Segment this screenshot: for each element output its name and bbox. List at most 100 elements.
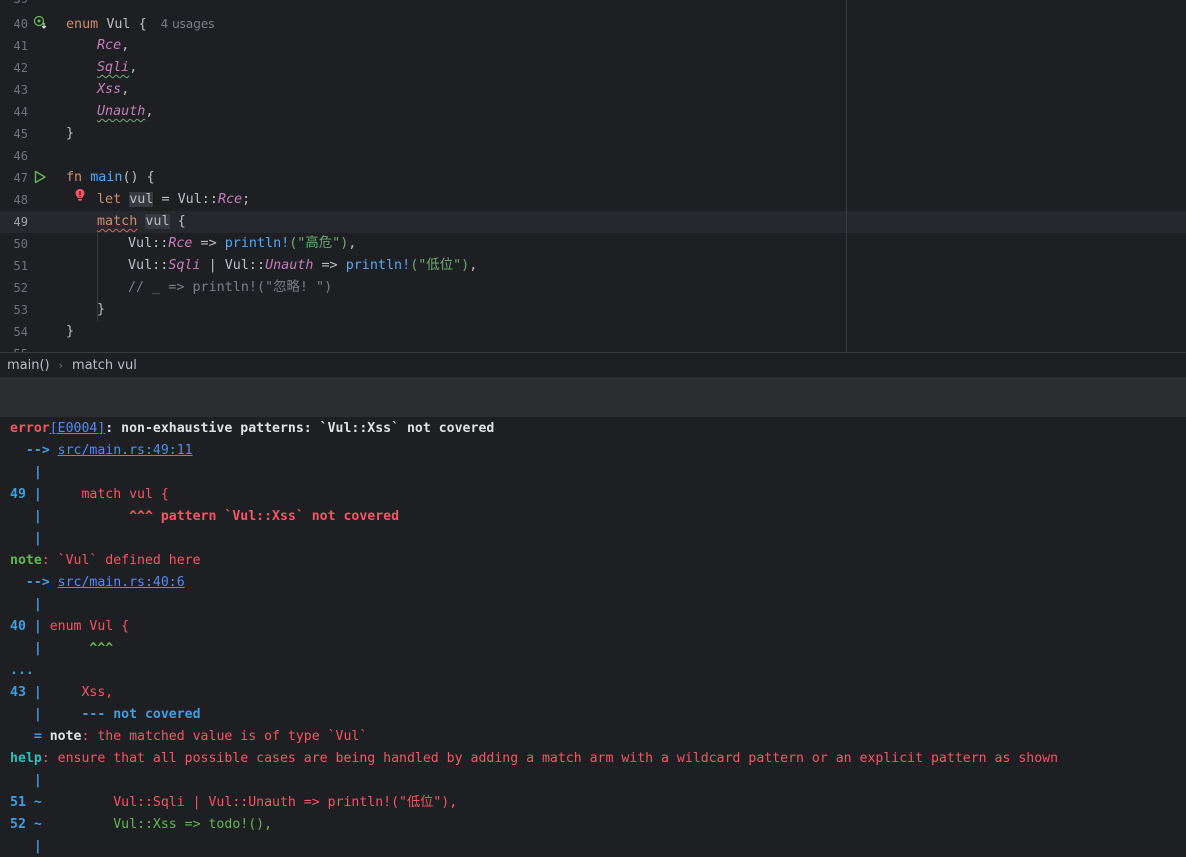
enum-variant: Rce [217, 192, 243, 207]
code-line-49[interactable]: match vul { [97, 211, 186, 233]
pipe: | [10, 509, 42, 524]
string: ("低位") [410, 258, 470, 273]
path: Vul:: [128, 258, 169, 273]
console-line: = note: the matched value is of type `Vu… [10, 726, 367, 748]
source-snippet: enum Vul { [41, 619, 130, 634]
console-line: | ^^^ [10, 638, 113, 660]
build-output-console[interactable]: error[E0004]: non-exhaustive patterns: `… [0, 417, 1186, 857]
type-name: Vul [106, 17, 131, 32]
pipe: | [10, 641, 42, 656]
code-line-52[interactable]: // _ => println!("忽略! ") [128, 277, 332, 299]
breadcrumb-separator: › [58, 358, 64, 372]
keyword: let [97, 192, 122, 207]
code-line-41[interactable]: Rce, [97, 35, 129, 57]
variable: vul [129, 192, 154, 207]
breadcrumb-item-main[interactable]: main() [7, 358, 50, 373]
console-line: --> src/main.rs:40:6 [10, 572, 185, 594]
function-name: main [90, 170, 123, 185]
suggested-code: Vul::Xss => todo!(), [41, 817, 273, 832]
arrow: => [313, 258, 346, 273]
right-margin-guide [846, 0, 847, 352]
console-line: | [10, 597, 42, 612]
brace: { [177, 214, 186, 229]
note-message: : `Vul` defined here [41, 553, 201, 568]
semicolon: ; [242, 192, 251, 207]
path: Vul:: [224, 258, 266, 273]
enum-variant: Sqli [97, 60, 130, 75]
implemented-trait-icon[interactable] [33, 15, 47, 32]
brace: } [97, 302, 106, 317]
line-number: 47 [13, 171, 28, 185]
code-line-43[interactable]: Xss, [97, 79, 129, 101]
line-number: 53 [13, 303, 28, 317]
console-line: | --- not covered [10, 704, 201, 726]
comma: , [129, 60, 138, 75]
code-line-42[interactable]: Sqli, [97, 57, 137, 79]
code-line-40[interactable]: enum Vul {4 usages [66, 13, 215, 35]
enum-variant: Unauth [265, 258, 314, 273]
source-location-link[interactable]: src/main.rs:49:11 [58, 443, 193, 458]
location-arrow: --> [10, 443, 58, 458]
line-number: 39 [0, 0, 28, 6]
keyword: match [97, 214, 138, 229]
code-line-51[interactable]: Vul::Sqli | Vul::Unauth => println!("低位"… [128, 255, 477, 277]
console-line: 40 | enum Vul { [10, 616, 129, 638]
console-line: --> src/main.rs:49:11 [10, 440, 193, 462]
comma: , [121, 82, 130, 97]
breadcrumb-item-match[interactable]: match vul [72, 358, 137, 373]
line-number: 54 [13, 325, 28, 339]
enum-variant: Sqli [168, 258, 201, 273]
assign: = Vul:: [153, 192, 218, 207]
help-message: : ensure that all possible cases are bei… [41, 751, 1059, 766]
code-editor[interactable]: 39 40 41 42 43 44 45 46 47 48 49 50 51 5… [0, 0, 1186, 352]
line-number: 45 [13, 127, 28, 141]
run-icon[interactable] [33, 170, 47, 187]
enum-variant: Xss [97, 82, 122, 97]
arrow: => [192, 236, 225, 251]
path: Vul:: [128, 236, 169, 251]
pipe: | [10, 707, 42, 722]
line-ref: 43 | [10, 685, 42, 700]
error-code-link[interactable]: [E0004] [50, 421, 106, 436]
note-label: note [10, 553, 42, 568]
code-line-48[interactable]: let vul = Vul::Rce; [97, 189, 250, 211]
error-label: error [10, 421, 50, 436]
parens: () { [122, 170, 155, 185]
error-bulb-icon[interactable] [74, 188, 86, 205]
note-label: note [49, 729, 82, 744]
console-line: 51 ~ Vul::Sqli | Vul::Unauth => println!… [10, 792, 457, 814]
suggested-code: Vul::Sqli | Vul::Unauth => println!("低位"… [41, 795, 458, 810]
console-line: 52 ~ Vul::Xss => todo!(), [10, 814, 272, 836]
line-ref: 40 | [10, 619, 42, 634]
line-number: 42 [13, 61, 28, 75]
source-location-link[interactable]: src/main.rs:40:6 [58, 575, 185, 590]
code-line-54[interactable]: } [66, 321, 74, 343]
console-line: ... [10, 663, 34, 678]
macro: println! [224, 236, 290, 251]
equals: = [10, 729, 50, 744]
enum-variant: Unauth [97, 104, 146, 119]
console-line: help: ensure that all possible cases are… [10, 748, 1058, 770]
line-number: 52 [13, 281, 28, 295]
macro: println! [345, 258, 411, 273]
line-number: 41 [13, 39, 28, 53]
console-line: 49 | match vul { [10, 484, 169, 506]
line-ref: 49 | [10, 487, 42, 502]
code-line-47[interactable]: fn main() { [66, 167, 155, 189]
caret-marker: ^^^ [41, 641, 114, 656]
error-message: : non-exhaustive patterns: `Vul::Xss` no… [105, 421, 495, 436]
code-line-50[interactable]: Vul::Rce => println!("高危"), [128, 233, 356, 255]
console-line: 43 | Xss, [10, 682, 113, 704]
enum-variant: Rce [97, 38, 122, 53]
line-number: 40 [13, 17, 28, 31]
comma: , [469, 258, 478, 273]
code-line-45[interactable]: } [66, 123, 74, 145]
code-line-53[interactable]: } [97, 299, 105, 321]
line-number: 46 [13, 149, 28, 163]
code-line-44[interactable]: Unauth, [97, 101, 153, 123]
console-line: | [10, 839, 42, 854]
breadcrumb: main() › match vul [0, 352, 1186, 377]
console-toolbar [0, 377, 1186, 417]
usages-hint[interactable]: 4 usages [161, 17, 215, 31]
pattern-message: ^^^ pattern `Vul::Xss` not covered [41, 509, 400, 524]
